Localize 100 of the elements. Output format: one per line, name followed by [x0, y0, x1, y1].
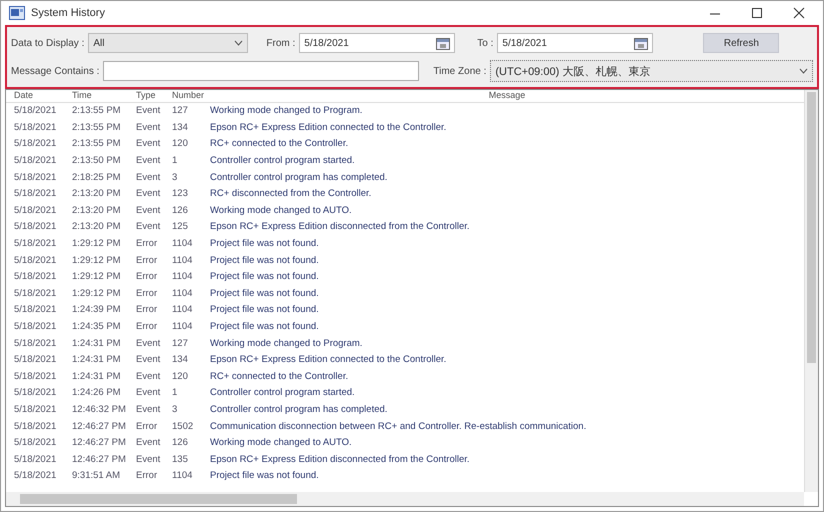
- time-cell: 1:29:12 PM: [72, 271, 121, 284]
- type-cell: Event: [136, 204, 160, 217]
- calendar-icon[interactable]: [634, 36, 648, 50]
- column-header[interactable]: Time: [72, 90, 136, 102]
- time-zone-label: Time Zone :: [433, 66, 486, 76]
- number-cell: 125: [172, 221, 188, 234]
- date-cell: 5/18/2021: [14, 254, 56, 267]
- message-cell: Epson RC+ Express Edition connected to the Controller.: [210, 354, 446, 366]
- refresh-button[interactable]: Refresh: [703, 33, 780, 53]
- message-cell: RC+ connected to the Controller.: [210, 370, 348, 383]
- date-cell: 5/18/2021: [14, 238, 56, 250]
- message-cell: Project file was not found.: [210, 470, 319, 482]
- message-cell: Working mode changed to AUTO.: [210, 204, 352, 217]
- message-cell: Controller control program has completed.: [210, 404, 388, 416]
- message-cell: Controller control program has completed.: [210, 172, 388, 184]
- message-contains-label: Message Contains :: [11, 66, 100, 76]
- date-cell: 5/18/2021: [14, 454, 56, 466]
- type-cell: Event: [136, 387, 160, 400]
- type-cell: Error: [136, 288, 158, 300]
- number-cell: 120: [172, 138, 188, 150]
- time-cell: 2:13:50 PM: [72, 155, 121, 168]
- date-cell: 5/18/2021: [14, 387, 56, 400]
- horizontal-scrollbar[interactable]: [6, 492, 804, 506]
- type-cell: Event: [136, 122, 160, 134]
- to-label: To :: [477, 38, 494, 48]
- number-cell: 127: [172, 338, 188, 350]
- column-header[interactable]: Type: [136, 90, 172, 102]
- message-cell: Epson RC+ Express Edition connected to the Controller.: [210, 122, 446, 134]
- type-cell: Event: [136, 354, 160, 366]
- type-cell: Error: [136, 254, 158, 267]
- number-cell: 127: [172, 105, 188, 118]
- message-cell: Project file was not found.: [210, 254, 319, 267]
- type-cell: Event: [136, 454, 160, 466]
- number-cell: 134: [172, 354, 188, 366]
- time-cell: 2:18:25 PM: [72, 172, 121, 184]
- message-cell: Controller control program started.: [210, 387, 355, 400]
- message-cell: Epson RC+ Express Edition disconnected from the Controller.: [210, 454, 470, 466]
- time-cell: 12:46:27 PM: [72, 454, 126, 466]
- message-cell: Epson RC+ Express Edition disconnected from the Controller.: [210, 221, 470, 234]
- time-cell: 1:24:26 PM: [72, 387, 121, 400]
- type-cell: Error: [136, 238, 158, 250]
- message-cell: Working mode changed to Program.: [210, 338, 362, 350]
- time-cell: 9:31:51 AM: [72, 470, 120, 482]
- message-cell: Controller control program started.: [210, 155, 355, 168]
- number-cell: 1104: [172, 238, 192, 250]
- time-zone-dropdown[interactable]: (UTC+09:00) 大阪、札幌、東京: [490, 60, 813, 82]
- date-cell: 5/18/2021: [14, 204, 56, 217]
- type-cell: Error: [136, 321, 158, 334]
- type-cell: Event: [136, 338, 160, 350]
- type-cell: Event: [136, 370, 160, 383]
- number-cell: 120: [172, 370, 188, 383]
- time-cell: 2:13:55 PM: [72, 105, 121, 118]
- date-cell: 5/18/2021: [14, 470, 56, 482]
- message-cell: RC+ disconnected from the Controller.: [210, 188, 372, 200]
- date-cell: 5/18/2021: [14, 221, 56, 234]
- date-cell: 5/18/2021: [14, 271, 56, 284]
- type-cell: Event: [136, 437, 160, 450]
- close-icon[interactable]: [793, 7, 805, 19]
- data-dropdown[interactable]: All: [88, 33, 248, 53]
- time-cell: 12:46:27 PM: [72, 437, 126, 450]
- number-cell: 1502: [172, 420, 194, 433]
- date-cell: 5/18/2021: [14, 188, 56, 200]
- type-cell: Error: [136, 271, 158, 284]
- message-cell: RC+ connected to the Controller.: [210, 138, 348, 150]
- message-cell: Project file was not found.: [210, 321, 319, 334]
- number-cell: 1104: [172, 470, 192, 482]
- from-label: From :: [266, 38, 296, 48]
- calendar-icon[interactable]: [436, 36, 450, 50]
- caret-icon: [234, 40, 244, 46]
- app-icon: [9, 6, 25, 20]
- time-cell: 2:13:55 PM: [72, 122, 121, 134]
- date-cell: 5/18/2021: [14, 437, 56, 450]
- number-cell: 3: [172, 404, 178, 416]
- message-field[interactable]: [103, 61, 420, 81]
- type-cell: Event: [136, 105, 160, 118]
- type-cell: Event: [136, 221, 160, 234]
- date-cell: 5/18/2021: [14, 105, 56, 118]
- to-date-field[interactable]: 5/18/2021: [497, 33, 654, 53]
- vertical-scrollbar[interactable]: [804, 90, 818, 492]
- date-cell: 5/18/2021: [14, 172, 56, 184]
- maximize-icon[interactable]: [751, 7, 763, 19]
- time-cell: 1:24:31 PM: [72, 354, 121, 366]
- type-cell: Event: [136, 172, 160, 184]
- type-cell: Event: [136, 404, 160, 416]
- number-cell: 126: [172, 437, 188, 450]
- date-cell: 5/18/2021: [14, 138, 56, 150]
- time-cell: 1:24:31 PM: [72, 370, 121, 383]
- date-cell: 5/18/2021: [14, 404, 56, 416]
- from-date-field[interactable]: 5/18/2021: [299, 33, 456, 53]
- time-cell: 1:24:31 PM: [72, 338, 121, 350]
- column-header[interactable]: Number: [172, 90, 210, 102]
- date-cell: 5/18/2021: [14, 304, 56, 316]
- type-cell: Event: [136, 188, 160, 200]
- number-cell: 1: [172, 155, 178, 168]
- number-cell: 135: [172, 454, 188, 466]
- column-header[interactable]: Date: [14, 90, 72, 102]
- message-cell: Project file was not found.: [210, 271, 319, 284]
- column-header[interactable]: Message: [210, 90, 804, 102]
- number-cell: 1104: [172, 321, 192, 334]
- time-cell: 1:24:35 PM: [72, 321, 121, 334]
